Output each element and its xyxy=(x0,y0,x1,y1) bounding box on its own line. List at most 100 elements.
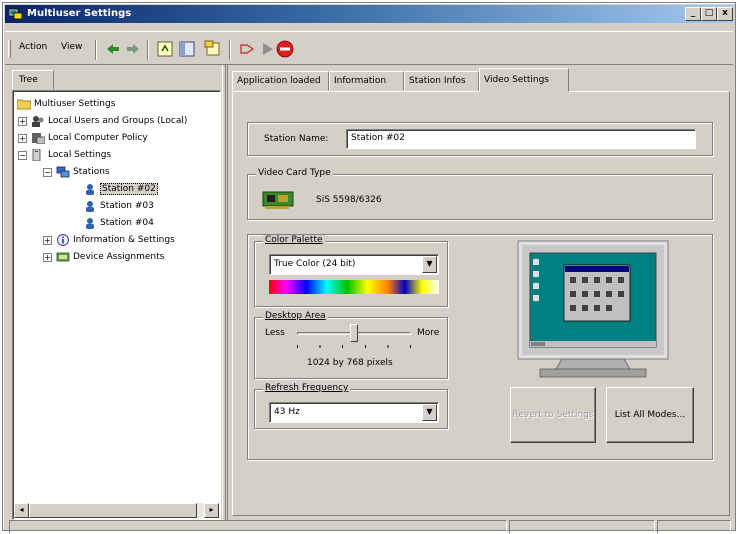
title-bar[interactable]: Multiuser Settings _ □ x xyxy=(5,5,733,23)
minimize-icon: _ xyxy=(690,8,696,18)
maximize-icon: □ xyxy=(704,8,714,18)
status-panel-secondary xyxy=(509,520,655,534)
maximize-button[interactable]: □ xyxy=(701,7,717,21)
up-level-icon[interactable] xyxy=(155,39,175,59)
close-icon: x xyxy=(722,8,728,18)
tree-node-device-assignments[interactable]: Device Assignments xyxy=(56,250,164,264)
tree-node-label: Stations xyxy=(73,167,110,177)
tree-view[interactable]: Multiuser Settings + Local Users and Gro… xyxy=(12,90,221,520)
tree-node-label: Station #04 xyxy=(100,218,154,228)
tree-node-local-settings[interactable]: Local Settings xyxy=(31,148,111,162)
properties-icon[interactable] xyxy=(203,39,223,59)
forward-arrow-icon[interactable] xyxy=(123,39,143,59)
tab-label: Application loaded xyxy=(237,76,321,86)
tree-node-label: Device Assignments xyxy=(73,252,165,262)
tree-node-label: Information & Settings xyxy=(73,235,175,245)
tree-node-station-04[interactable]: Station #04 xyxy=(83,216,154,230)
expand-toggle[interactable]: + xyxy=(43,236,52,245)
action-menu-label: Action xyxy=(19,42,48,52)
color-palette-select[interactable]: True Color (24 bit) ▼ xyxy=(269,254,439,275)
desktop-area-slider-thumb[interactable] xyxy=(350,324,358,342)
tree-node-station-02[interactable]: Station #02 xyxy=(83,182,158,196)
tree-node-stations[interactable]: Stations xyxy=(56,165,110,179)
collapse-toggle[interactable]: − xyxy=(43,168,52,177)
scroll-right-icon[interactable]: ▸ xyxy=(204,503,219,518)
color-palette-preview xyxy=(269,280,439,294)
scroll-thumb[interactable] xyxy=(29,503,197,518)
monitor-preview-image xyxy=(517,240,669,378)
tree-pane: Tree Multiuser Settings + Local Users an… xyxy=(12,70,221,520)
tree-node-label: Local Users and Groups (Local) xyxy=(48,116,188,126)
video-card-icon xyxy=(262,191,294,209)
station-name-value: Station #02 xyxy=(351,133,405,143)
tree-node-label: Local Computer Policy xyxy=(48,133,148,143)
revert-button-label: Revert to Settings xyxy=(512,410,594,420)
connect-icon[interactable] xyxy=(237,39,257,59)
horizontal-scrollbar[interactable]: ◂ ▸ xyxy=(14,503,219,518)
color-palette-label: Color Palette xyxy=(263,235,325,245)
expand-toggle[interactable]: + xyxy=(43,253,52,262)
tree-node-information-settings[interactable]: Information & Settings xyxy=(56,233,175,247)
list-all-modes-label: List All Modes... xyxy=(614,410,686,420)
color-palette-label-text: Color Palette xyxy=(265,235,323,245)
tree-node-multiuser-settings[interactable]: Multiuser Settings xyxy=(17,97,115,111)
desktop-area-label: Desktop Area xyxy=(263,311,328,321)
device-icon xyxy=(56,252,70,261)
status-panel-tertiary xyxy=(657,520,731,534)
refresh-frequency-label: Refresh Frequency xyxy=(263,383,351,393)
tab-video-settings[interactable]: Video Settings xyxy=(479,68,569,92)
multiuser-settings-window: Multiuser Settings _ □ x Action View Tre… xyxy=(2,2,736,534)
expand-toggle[interactable]: + xyxy=(18,134,27,143)
window-title: Multiuser Settings xyxy=(27,8,132,19)
tree-tab[interactable]: Tree xyxy=(12,70,54,90)
stations-icon xyxy=(56,166,70,177)
station-name-label: Station Name: xyxy=(264,134,329,144)
tab-station-infos[interactable]: Station Infos xyxy=(404,71,479,91)
desktop-area-label-text: Desktop Area xyxy=(265,311,326,321)
collapse-toggle[interactable]: − xyxy=(18,151,27,160)
show-hide-tree-icon[interactable] xyxy=(177,39,197,59)
list-all-modes-button[interactable]: List All Modes... xyxy=(606,387,694,443)
toolbar: Action View xyxy=(5,31,733,65)
station-name-field[interactable]: Station #02 xyxy=(346,129,696,149)
chevron-down-icon[interactable]: ▼ xyxy=(422,256,437,273)
tab-label: Station Infos xyxy=(409,76,466,86)
tab-label: Video Settings xyxy=(484,75,549,85)
tree-node-local-computer-policy[interactable]: Local Computer Policy xyxy=(31,131,148,145)
users-icon xyxy=(32,115,44,127)
desktop-more-label: More xyxy=(417,328,440,338)
refresh-frequency-select[interactable]: 43 Hz ▼ xyxy=(269,402,439,423)
computer-icon xyxy=(32,148,41,161)
station-name-group: Station Name: Station #02 xyxy=(247,122,713,156)
desktop-less-label: Less xyxy=(265,328,285,338)
video-card-type-value: SiS 5598/6326 xyxy=(316,195,382,205)
display-settings-group: Color Palette True Color (24 bit) ▼ Desk… xyxy=(247,234,713,460)
status-bar xyxy=(5,520,733,534)
refresh-frequency-value: 43 Hz xyxy=(274,407,300,417)
tab-information[interactable]: Information xyxy=(329,71,404,91)
color-palette-value: True Color (24 bit) xyxy=(274,259,356,269)
back-arrow-icon[interactable] xyxy=(103,39,123,59)
stop-icon[interactable] xyxy=(275,39,295,59)
chevron-down-icon[interactable]: ▼ xyxy=(422,404,437,421)
refresh-frequency-group: Refresh Frequency 43 Hz ▼ xyxy=(254,383,448,429)
policy-icon xyxy=(32,132,45,144)
minimize-button[interactable]: _ xyxy=(685,7,701,21)
scroll-left-icon[interactable]: ◂ xyxy=(14,503,29,518)
tree-node-local-users-groups[interactable]: Local Users and Groups (Local) xyxy=(31,114,187,128)
expand-toggle[interactable]: + xyxy=(18,117,27,126)
view-menu[interactable]: View xyxy=(61,42,82,52)
toolbar-grip[interactable] xyxy=(8,40,11,58)
view-menu-label: View xyxy=(61,42,83,52)
folder-icon xyxy=(17,99,31,109)
revert-to-settings-button[interactable]: Revert to Settings xyxy=(510,387,596,443)
tab-application-loaded[interactable]: Application loaded xyxy=(232,71,329,91)
toolbar-separator xyxy=(95,40,97,60)
tree-node-station-03[interactable]: Station #03 xyxy=(83,199,154,213)
close-button[interactable]: x xyxy=(717,7,733,21)
action-menu[interactable]: Action xyxy=(19,42,47,52)
tree-tab-label: Tree xyxy=(19,75,38,85)
status-panel-main xyxy=(9,520,507,534)
play-icon[interactable] xyxy=(257,39,277,59)
pane-splitter[interactable] xyxy=(222,65,226,520)
